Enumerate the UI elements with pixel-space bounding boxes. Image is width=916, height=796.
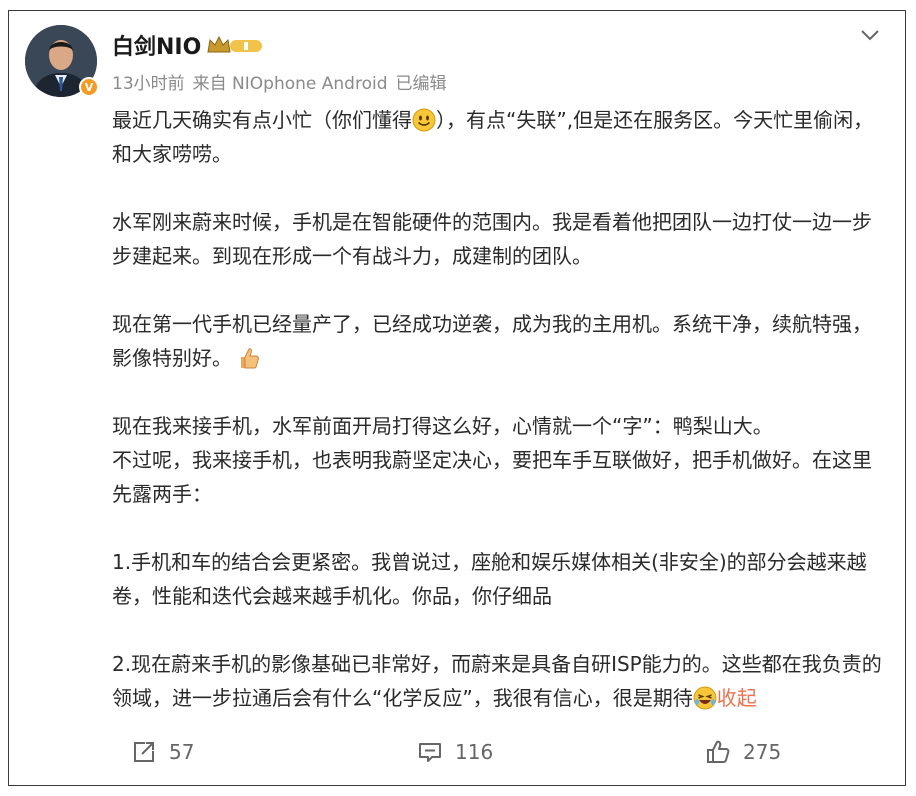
paragraph-3-text: 现在第一代手机已经量产了，已经成功逆袭，成为我的主用机。系统干净，续航特强，影像… (112, 312, 872, 370)
author-name[interactable]: 白剑NIO (112, 29, 201, 61)
like-button[interactable]: 275 (705, 739, 781, 765)
thumbs-up-icon (707, 740, 730, 763)
post-time[interactable]: 13小时前 (112, 74, 185, 94)
comment-count: 116 (455, 740, 494, 764)
edited-label[interactable]: 已编辑 (396, 74, 447, 94)
post-source: 来自 NIOphone Android (192, 74, 388, 94)
repost-button[interactable]: 57 (131, 739, 194, 765)
laughing-emoji-icon (693, 686, 717, 710)
crown-icon[interactable] (206, 34, 264, 56)
paragraph-5: 1.手机和车的结合会更紧密。我曾说过，座舱和娱乐媒体相关(非安全)的部分会越来越… (112, 550, 867, 608)
paragraph-4b: 不过呢，我来接手机，也表明我蔚坚定决心，要把车手互联做好，把手机做好。在这里先露… (112, 448, 872, 506)
comment-icon (419, 743, 441, 762)
paragraph-2: 水军刚来蔚来时候，手机是在智能硬件的范围内。我是看着他把团队一边打仗一边一步步建… (112, 210, 872, 268)
verified-badge-icon: V (79, 77, 99, 97)
thumb-emoji-icon (241, 348, 260, 369)
paragraph-1-text-a: 最近几天确实有点小忙（你们懂得 (112, 108, 412, 132)
comment-button[interactable]: 116 (417, 739, 493, 765)
like-count: 275 (743, 740, 782, 764)
action-bar: 57 116 275 (9, 739, 905, 779)
paragraph-6: 2.现在蔚来手机的影像基础已非常好，而蔚来是具备自研ISP能力的。这些都在我负责… (112, 647, 882, 715)
paragraph-4a: 现在我来接手机，水军前面开局打得这么好，心情就一个“字”：鸭梨山大。 (112, 414, 773, 438)
post-content: 最近几天确实有点小忙（你们懂得 ），有点“失联”,但是还在服务区。今天忙里偷闲，和… (112, 103, 882, 715)
post-meta: 13小时前 来自 NIOphone Android 已编辑 (112, 69, 455, 94)
repost-count: 57 (169, 740, 195, 764)
weibo-post-card: V 白剑NIO 13小时前 来自 NIOphone Android 已编辑 最近几天… (8, 10, 906, 786)
paragraph-3: 现在第一代手机已经量产了，已经成功逆袭，成为我的主用机。系统干净，续航特强，影像… (112, 307, 882, 375)
share-icon (134, 742, 154, 762)
paragraph-6-text: 2.现在蔚来手机的影像基础已非常好，而蔚来是具备自研ISP能力的。这些都在我负责… (112, 652, 882, 710)
chevron-down-icon[interactable] (859, 27, 881, 43)
smile-emoji-icon (412, 108, 436, 132)
paragraph-1: 最近几天确实有点小忙（你们懂得 ），有点“失联”,但是还在服务区。今天忙里偷闲，和… (112, 103, 882, 171)
collapse-link[interactable]: 收起 (717, 686, 757, 710)
